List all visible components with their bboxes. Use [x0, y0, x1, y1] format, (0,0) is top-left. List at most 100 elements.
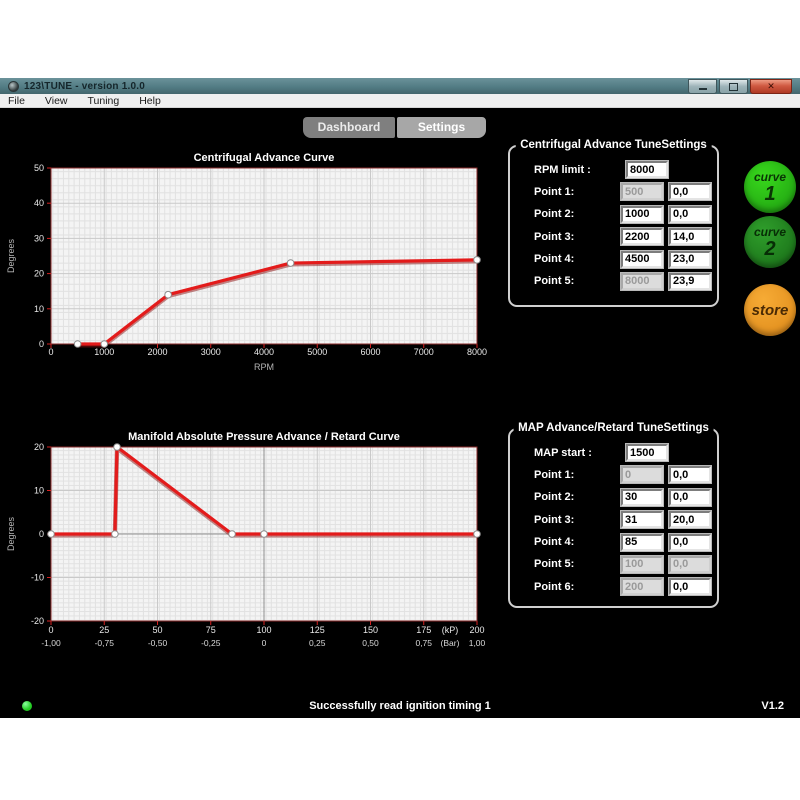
chart-point[interactable] [101, 341, 108, 348]
value-field[interactable] [669, 206, 711, 223]
svg-text:1000: 1000 [94, 347, 114, 357]
menu-help[interactable]: Help [139, 95, 161, 107]
menu-bar: File View Tuning Help [0, 94, 800, 108]
chart-point[interactable] [287, 260, 294, 267]
app-icon [8, 81, 19, 92]
curve-2-button[interactable]: curve 2 [744, 216, 796, 268]
chart-point[interactable] [112, 531, 119, 538]
tab-bar: Dashboard Settings [303, 117, 486, 138]
svg-text:20: 20 [34, 442, 44, 452]
value-field[interactable] [669, 489, 711, 506]
value-field[interactable] [621, 228, 663, 245]
menu-file[interactable]: File [8, 95, 25, 107]
value-field[interactable] [669, 534, 711, 551]
chart-point[interactable] [261, 531, 268, 538]
maximize-button[interactable] [719, 79, 748, 94]
close-button[interactable]: ✕ [750, 79, 792, 94]
svg-text:50: 50 [152, 625, 162, 635]
panel-title: Centrifugal Advance TuneSettings [515, 139, 712, 151]
field-label: Point 4: [510, 536, 621, 548]
svg-text:125: 125 [310, 625, 325, 635]
chart-point[interactable] [229, 531, 236, 538]
value-field[interactable] [669, 183, 711, 200]
value-field[interactable] [669, 578, 711, 595]
tune-row: Point 3: [510, 228, 717, 245]
svg-text:(kP): (kP) [442, 625, 459, 635]
field-label: Point 2: [510, 491, 621, 503]
button-label: store [752, 303, 789, 318]
svg-text:Centrifugal Advance Curve: Centrifugal Advance Curve [194, 152, 335, 164]
tab-dashboard[interactable]: Dashboard [303, 117, 395, 138]
value-field [669, 556, 711, 573]
button-label: curve [754, 226, 786, 238]
store-button[interactable]: store [744, 284, 796, 336]
svg-text:50: 50 [34, 163, 44, 173]
value-field[interactable] [621, 534, 663, 551]
panel-title: MAP Advance/Retard TuneSettings [513, 422, 714, 434]
chart-point[interactable] [48, 531, 55, 538]
value-field [621, 273, 663, 290]
chart-point[interactable] [474, 531, 481, 538]
panel-body: RPM limit : Point 1: Point 2: Point 3: Point… [510, 147, 717, 303]
window-controls: ✕ [688, 79, 792, 94]
svg-text:-20: -20 [31, 616, 44, 626]
chart-point[interactable] [74, 341, 81, 348]
svg-text:-0,25: -0,25 [201, 638, 221, 648]
value-field[interactable] [621, 206, 663, 223]
minimize-icon [699, 88, 707, 90]
curve-1-button[interactable]: curve 1 [744, 161, 796, 213]
value-field[interactable] [621, 511, 663, 528]
field-label: Point 4: [510, 253, 621, 265]
svg-text:1,00: 1,00 [469, 638, 486, 648]
field-label: Point 2: [510, 208, 621, 220]
svg-text:40: 40 [34, 198, 44, 208]
tune-row: Point 2: [510, 489, 717, 506]
value-field[interactable] [669, 466, 711, 483]
menu-view[interactable]: View [45, 95, 68, 107]
tune-row: Point 6: [510, 578, 717, 595]
value-field[interactable] [669, 251, 711, 268]
field-label: Point 5: [510, 558, 621, 570]
svg-text:7000: 7000 [414, 347, 434, 357]
field-label: Point 1: [510, 186, 621, 198]
chart-point[interactable] [474, 257, 481, 264]
chart-point[interactable] [114, 444, 121, 451]
value-field[interactable] [621, 251, 663, 268]
svg-text:0,25: 0,25 [309, 638, 326, 648]
value-field[interactable] [626, 161, 668, 178]
menu-tuning[interactable]: Tuning [88, 95, 120, 107]
value-field[interactable] [626, 444, 668, 461]
chart-point[interactable] [165, 291, 172, 298]
minimize-button[interactable] [688, 79, 717, 94]
value-field[interactable] [669, 273, 711, 290]
svg-text:175: 175 [416, 625, 431, 635]
window-title: 123\TUNE - version 1.0.0 [24, 81, 145, 92]
value-field[interactable] [621, 489, 663, 506]
svg-text:10: 10 [34, 486, 44, 496]
screenshot-root: 123\TUNE - version 1.0.0 ✕ File View Tun… [0, 0, 800, 800]
svg-text:0: 0 [48, 347, 53, 357]
button-label: 2 [764, 239, 775, 259]
close-icon: ✕ [767, 82, 775, 91]
field-label: RPM limit : [510, 164, 626, 176]
status-message: Successfully read ignition timing 1 [0, 700, 800, 712]
svg-text:Manifold Absolute Pressure Adv: Manifold Absolute Pressure Advance / Ret… [128, 431, 400, 443]
panel-body: MAP start :Point 1:Point 2:Point 3:Point… [510, 430, 717, 609]
svg-text:0,75: 0,75 [415, 638, 432, 648]
value-field[interactable] [669, 511, 711, 528]
tune-row: Point 4: [510, 534, 717, 551]
status-bar: Successfully read ignition timing 1 V1.2 [0, 696, 800, 716]
svg-text:-0,50: -0,50 [148, 638, 168, 648]
value-field[interactable] [669, 228, 711, 245]
svg-text:200: 200 [469, 625, 484, 635]
tab-settings[interactable]: Settings [397, 117, 486, 138]
svg-text:150: 150 [363, 625, 378, 635]
svg-text:2000: 2000 [147, 347, 167, 357]
svg-text:-1,00: -1,00 [41, 638, 61, 648]
button-label: curve [754, 171, 786, 183]
svg-text:100: 100 [256, 625, 271, 635]
svg-text:0: 0 [262, 638, 267, 648]
svg-text:-10: -10 [31, 573, 44, 583]
map-tunesettings-panel: MAP Advance/Retard TuneSettings MAP star… [508, 428, 719, 608]
svg-text:0: 0 [39, 529, 44, 539]
